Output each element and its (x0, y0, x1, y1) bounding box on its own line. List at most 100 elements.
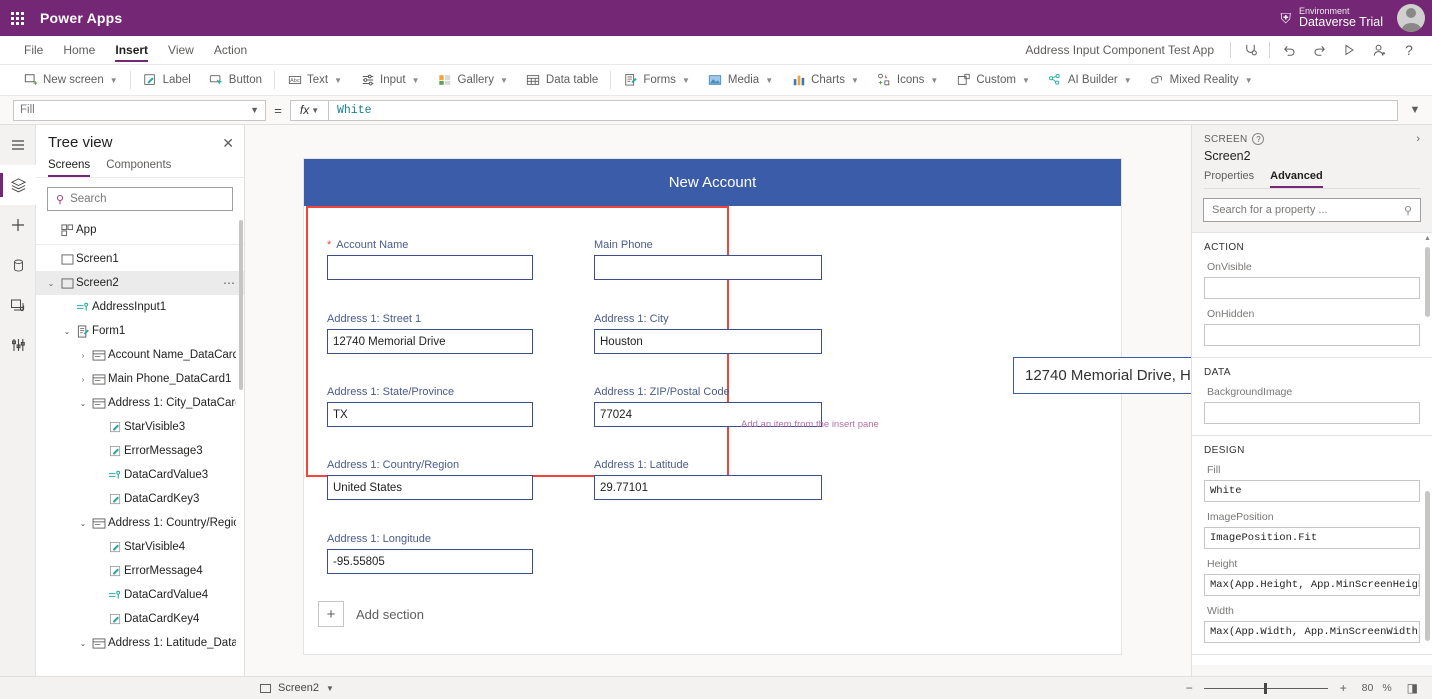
zoom-slider[interactable] (1204, 682, 1328, 694)
tree-twisty-icon[interactable]: ⌄ (76, 399, 90, 408)
tree-item-errormessage4[interactable]: ErrorMessage4 (36, 559, 244, 583)
ribbon-mixed-reality[interactable]: Mixed Reality ▼ (1141, 65, 1262, 96)
menu-item-view[interactable]: View (158, 36, 204, 65)
menu-item-file[interactable]: File (14, 36, 53, 65)
menu-item-home[interactable]: Home (53, 36, 105, 65)
tree-item-datacardkey4[interactable]: DataCardKey4 (36, 607, 244, 631)
tab-screens[interactable]: Screens (48, 159, 90, 177)
tree-view-icon[interactable] (0, 165, 36, 205)
property-input-backgroundimage[interactable] (1204, 402, 1420, 424)
ribbon-charts[interactable]: Charts ▼ (782, 65, 868, 96)
form-field-input[interactable]: -95.55805 (327, 549, 533, 574)
zoom-slider-knob[interactable] (1264, 683, 1267, 694)
tree-twisty-icon[interactable]: › (76, 375, 90, 384)
ribbon-text[interactable]: Abc Text ▼ (278, 65, 351, 96)
app-launcher-icon[interactable] (0, 12, 34, 25)
ribbon-label-button[interactable]: Label (134, 65, 200, 96)
tree-item-address-1-country-region-datacard1[interactable]: ⌄Address 1: Country/Region_DataCard1 (36, 511, 244, 535)
ribbon-forms[interactable]: Forms ▼ (614, 65, 699, 96)
tree-search-input[interactable]: ⚲ Search (47, 187, 233, 211)
avatar[interactable] (1397, 4, 1425, 32)
form-field-input[interactable]: Houston (594, 329, 822, 354)
app-canvas[interactable]: New Account *Account NameMain PhoneAddre… (246, 125, 1191, 676)
ribbon-button[interactable]: Button (200, 65, 271, 96)
tab-advanced[interactable]: Advanced (1270, 170, 1323, 188)
zoom-out-button[interactable]: − (1183, 681, 1195, 695)
property-input-onvisible[interactable] (1204, 277, 1420, 299)
form-field-input[interactable]: United States (327, 475, 533, 500)
tree-item-addressinput1[interactable]: AddressInput1 (36, 295, 244, 319)
screen-preview[interactable]: New Account *Account NameMain PhoneAddre… (304, 159, 1121, 654)
add-section-row[interactable]: + Add section (318, 601, 424, 627)
ribbon-icons[interactable]: Icons ▼ (868, 65, 947, 96)
expand-icon[interactable]: ◨ (1407, 681, 1418, 695)
property-input-width[interactable]: Max(App.Width, App.MinScreenWidth) (1204, 621, 1420, 643)
form-field-address-1-city[interactable]: Address 1: CityHouston (594, 313, 822, 354)
property-input-onhidden[interactable] (1204, 324, 1420, 346)
redo-icon[interactable] (1304, 36, 1334, 65)
tree-item-screen2[interactable]: ⌄Screen2⋯ (36, 271, 244, 295)
brand-title[interactable]: Power Apps (40, 10, 122, 26)
advanced-tools-icon[interactable] (0, 325, 36, 365)
tree-item-app[interactable]: App (36, 218, 244, 242)
undo-icon[interactable] (1274, 36, 1304, 65)
form-field-main-phone[interactable]: Main Phone (594, 239, 822, 280)
menu-item-action[interactable]: Action (204, 36, 257, 65)
property-selector[interactable]: Fill ▼ (13, 100, 266, 121)
form-field-account-name[interactable]: *Account Name (327, 239, 533, 280)
tree-item-datacardkey3[interactable]: DataCardKey3 (36, 487, 244, 511)
form-field-input[interactable] (594, 255, 822, 280)
tree-item-starvisible5[interactable]: StarVisible5 (36, 655, 244, 658)
tree-twisty-icon[interactable]: ⌄ (76, 519, 90, 528)
share-icon[interactable] (1364, 36, 1394, 65)
chevron-down-icon[interactable]: ▼ (1398, 104, 1432, 116)
add-section-plus-icon[interactable]: + (318, 601, 344, 627)
form-field-address-1-latitude[interactable]: Address 1: Latitude29.77101 (594, 459, 822, 500)
form-field-input[interactable] (327, 255, 533, 280)
tree-item-form1[interactable]: ⌄Form1 (36, 319, 244, 343)
tree-twisty-icon[interactable]: ⌄ (44, 279, 58, 288)
tree-scrollbar[interactable] (239, 220, 243, 390)
ribbon-media[interactable]: Media ▼ (699, 65, 782, 96)
scroll-up-icon[interactable]: ▲ (1423, 235, 1432, 242)
media-library-icon[interactable] (0, 285, 36, 325)
tree-item-address-1-latitude-datacard1[interactable]: ⌄Address 1: Latitude_DataCard1 (36, 631, 244, 655)
tree-item-main-phone-datacard1[interactable]: ›Main Phone_DataCard1 (36, 367, 244, 391)
tree-item-more-icon[interactable]: ⋯ (223, 276, 236, 290)
fx-button[interactable]: fx ▼ (290, 100, 328, 121)
form-field-address-1-country-region[interactable]: Address 1: Country/RegionUnited States (327, 459, 533, 500)
formula-input[interactable]: White (328, 100, 1398, 121)
tab-properties[interactable]: Properties (1204, 170, 1254, 188)
collapse-panel-icon[interactable]: › (1416, 133, 1420, 145)
form-field-address-1-state-province[interactable]: Address 1: State/ProvinceTX (327, 386, 533, 427)
tree-item-datacardvalue4[interactable]: DataCardValue4 (36, 583, 244, 607)
properties-scrollbar[interactable] (1425, 247, 1430, 317)
form-field-input[interactable]: TX (327, 402, 533, 427)
environment-selector[interactable]: ⛨ Environment Dataverse Trial (1280, 7, 1397, 30)
tree-twisty-icon[interactable]: › (76, 351, 90, 360)
form-field-input[interactable]: 29.77101 (594, 475, 822, 500)
play-preview-icon[interactable] (1334, 36, 1364, 65)
property-input-imageposition[interactable]: ImagePosition.Fit (1204, 527, 1420, 549)
tab-components[interactable]: Components (106, 159, 171, 177)
zoom-in-button[interactable]: + (1337, 681, 1349, 695)
close-icon[interactable]: ✕ (222, 136, 234, 150)
help-icon[interactable]: ? (1252, 133, 1264, 145)
properties-scrollbar-secondary[interactable] (1425, 491, 1430, 641)
data-icon[interactable] (0, 245, 36, 285)
insert-icon[interactable] (0, 205, 36, 245)
tree-item-starvisible4[interactable]: StarVisible4 (36, 535, 244, 559)
form-field-input[interactable]: 12740 Memorial Drive (327, 329, 533, 354)
tree-twisty-icon[interactable]: ⌄ (76, 639, 90, 648)
help-icon[interactable]: ? (1394, 36, 1424, 65)
property-search-input[interactable]: Search for a property ... ⚲ (1203, 198, 1421, 222)
property-input-fill[interactable]: White (1204, 480, 1420, 502)
ribbon-new-screen[interactable]: New screen ▼ (14, 65, 127, 96)
tree-item-address-1-city-datacard1[interactable]: ⌄Address 1: City_DataCard1 (36, 391, 244, 415)
menu-item-insert[interactable]: Insert (105, 36, 158, 65)
tree-item-datacardvalue3[interactable]: DataCardValue3 (36, 463, 244, 487)
tree-item-account-name-datacard1[interactable]: ›Account Name_DataCard1 (36, 343, 244, 367)
tree-view-list[interactable]: AppScreen1⌄Screen2⋯AddressInput1⌄Form1›A… (36, 218, 244, 658)
ribbon-ai-builder[interactable]: AI Builder ▼ (1039, 65, 1141, 96)
ribbon-gallery[interactable]: Gallery ▼ (429, 65, 517, 96)
